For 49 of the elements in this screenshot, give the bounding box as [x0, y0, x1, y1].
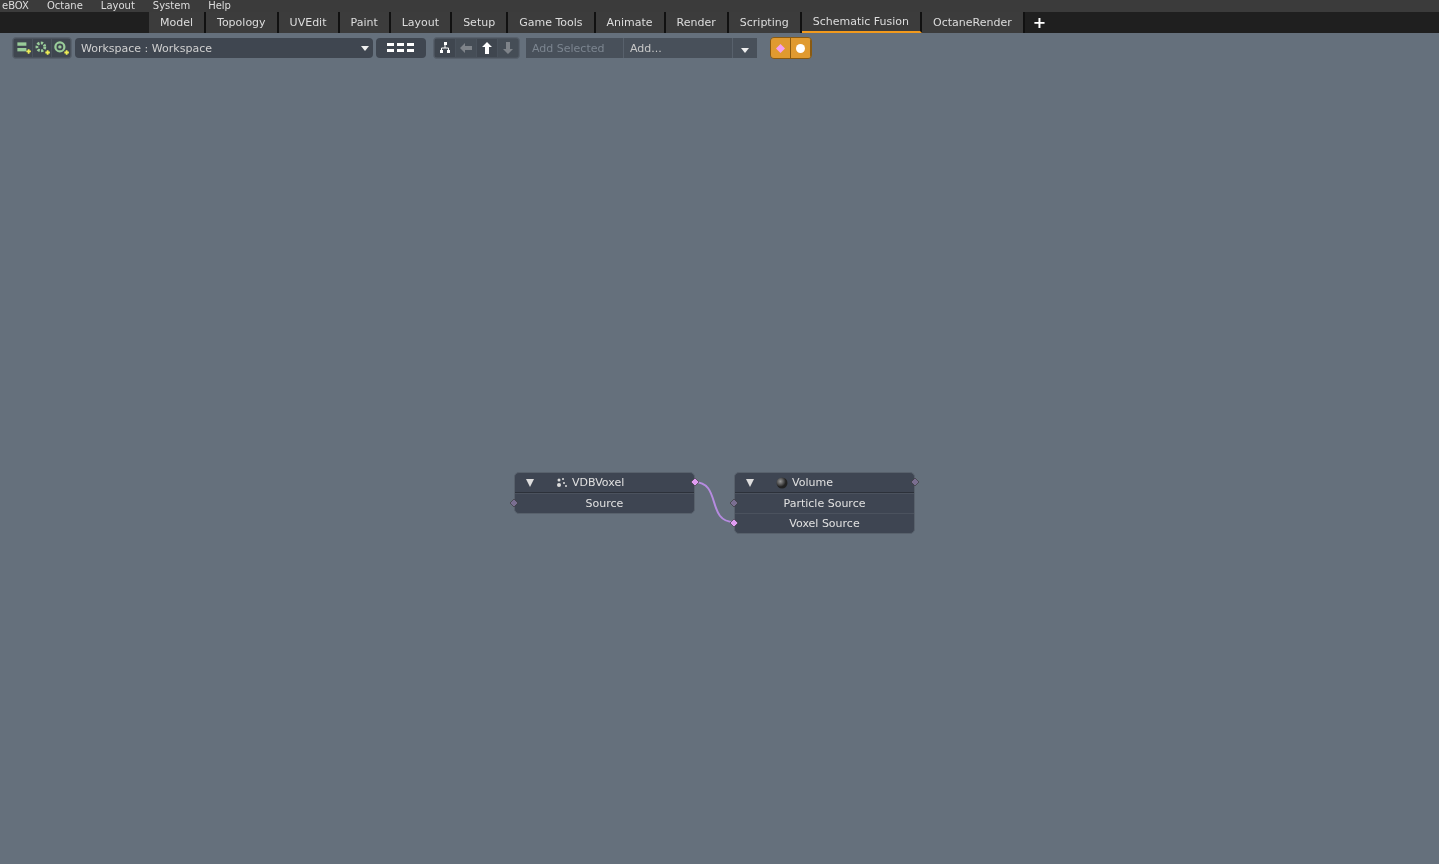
layout-tab[interactable]: Layout [390, 12, 453, 33]
collapse-icon[interactable] [746, 478, 754, 487]
layout-tab[interactable]: UVEdit [278, 12, 340, 33]
input-label: Source [585, 497, 624, 510]
layout-button[interactable] [376, 38, 426, 58]
layout-tab[interactable]: Model [149, 12, 207, 33]
add-field[interactable]: Add... [624, 38, 733, 58]
input-label: Voxel Source [789, 517, 860, 530]
layout-tab[interactable]: Scripting [728, 12, 802, 33]
layout-tab[interactable]: Render [665, 12, 729, 33]
add-dropdown-button[interactable] [733, 38, 757, 58]
input-port[interactable] [510, 499, 518, 507]
collapse-icon[interactable] [526, 478, 534, 487]
layout-tab[interactable]: Topology [206, 12, 279, 33]
circle-icon [796, 43, 805, 53]
menu-item[interactable]: Layout [100, 0, 135, 12]
menu-item[interactable]: eBOX [2, 0, 29, 12]
layout-tab[interactable]: Paint [339, 12, 391, 33]
input-label: Particle Source [783, 497, 866, 510]
layout-tab[interactable]: OctaneRender [922, 12, 1025, 33]
arrow-icon [460, 42, 472, 54]
layout-tab[interactable]: Schematic Fusion [801, 12, 923, 33]
output-port[interactable] [691, 478, 699, 486]
circle-toggle[interactable] [791, 38, 811, 58]
menu-item[interactable]: Help [208, 0, 231, 12]
input-port[interactable] [730, 499, 738, 507]
caret-icon [361, 45, 369, 51]
node-title: VDBVoxel [572, 476, 625, 489]
menu-item[interactable]: Octane [46, 0, 83, 12]
caret-icon [741, 47, 749, 53]
workspace-dropdown[interactable]: Workspace : Workspace [75, 38, 373, 58]
diamond-icon [776, 43, 785, 53]
layout-tab[interactable]: Game Tools [508, 12, 596, 33]
input-port[interactable] [730, 519, 738, 527]
arrow-button[interactable] [477, 39, 497, 57]
arrow-icon [502, 42, 514, 54]
particles-icon [556, 476, 568, 489]
arrow-icon [481, 42, 493, 54]
layout-tab[interactable]: Setup [452, 12, 509, 33]
grid-icon [387, 43, 415, 53]
add-node-icon[interactable] [14, 39, 32, 57]
hierarchy-icon [439, 42, 451, 54]
layout-tab[interactable]: Animate [595, 12, 666, 33]
menu-item[interactable]: System [152, 0, 191, 12]
diamond-toggle[interactable] [771, 38, 791, 58]
sphere-icon [776, 476, 788, 489]
node-title: Volume [792, 476, 833, 489]
hierarchy-button[interactable] [435, 39, 455, 57]
add-tab-button[interactable]: + [1024, 12, 1055, 33]
